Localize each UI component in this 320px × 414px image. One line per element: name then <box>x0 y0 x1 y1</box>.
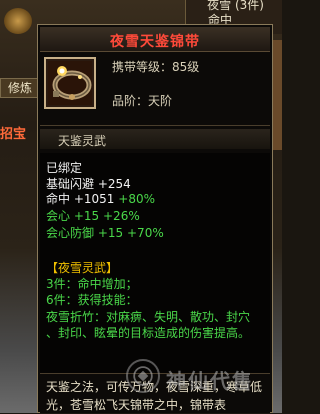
circle-emblem-icon <box>126 359 160 393</box>
treasure-label: 招宝 <box>0 127 27 142</box>
set-bonus-6: 6件：获得技能： <box>46 293 138 307</box>
stat-value: +1051 <box>73 192 115 206</box>
set-bonus-3: 3件：命中增加； <box>46 277 138 291</box>
item-tooltip: 夜雪天鉴锦带 携带等级：85级 品阶：天阶 天鉴灵武 已绑定 基础闪避 +254… <box>37 24 273 413</box>
belt-icon <box>48 61 92 105</box>
stat-row: 会心 +15 +26% <box>46 209 140 223</box>
stat-name: 命中 <box>46 192 71 206</box>
item-category: 天鉴灵武 <box>58 134 107 148</box>
stat-row: 命中 +1051 +80% <box>46 192 155 206</box>
item-rank: 品阶：天阶 <box>112 94 173 108</box>
stat-value: +15 <box>97 226 124 240</box>
required-level: 携带等级：85级 <box>112 60 200 74</box>
item-icon-frame <box>44 57 96 109</box>
stat-name: 基础闪避 <box>46 177 95 191</box>
stat-row: 会心防御 +15 +70% <box>46 226 164 240</box>
stat-row: 基础闪避 +254 <box>46 177 131 191</box>
item-title: 夜雪天鉴锦带 <box>110 34 200 50</box>
set-name: 【夜雪灵武】 <box>46 261 119 275</box>
stat-value: +15 <box>73 209 100 223</box>
stats-panel: 已绑定 基础闪避 +254 命中 +1051 +80% 会心 +15 +26% … <box>40 153 270 381</box>
divider <box>40 125 270 126</box>
bound-status: 已绑定 <box>46 161 83 175</box>
stat-name: 会心防御 <box>46 226 95 240</box>
skill-description: 夜雪折竹：对麻痹、失明、散功、封穴 <box>46 310 251 324</box>
watermark-text: 神仙代售 <box>166 369 254 393</box>
stat-bonus: +80% <box>118 192 155 206</box>
stat-bonus: +70% <box>127 226 164 240</box>
watermark: 神仙代售 <box>126 357 276 397</box>
ornament-icon <box>4 8 32 34</box>
background-set-label: 夜雪 (3件) <box>207 0 264 12</box>
cultivate-button[interactable]: 修炼 <box>0 78 40 98</box>
stat-value: +254 <box>97 177 131 191</box>
skill-description: 、封印、眩晕的目标造成的伤害提高。 <box>46 326 251 340</box>
stat-name: 会心 <box>46 209 71 223</box>
stat-bonus: +26% <box>103 209 140 223</box>
tooltip-header: 夜雪天鉴锦带 <box>40 27 270 52</box>
